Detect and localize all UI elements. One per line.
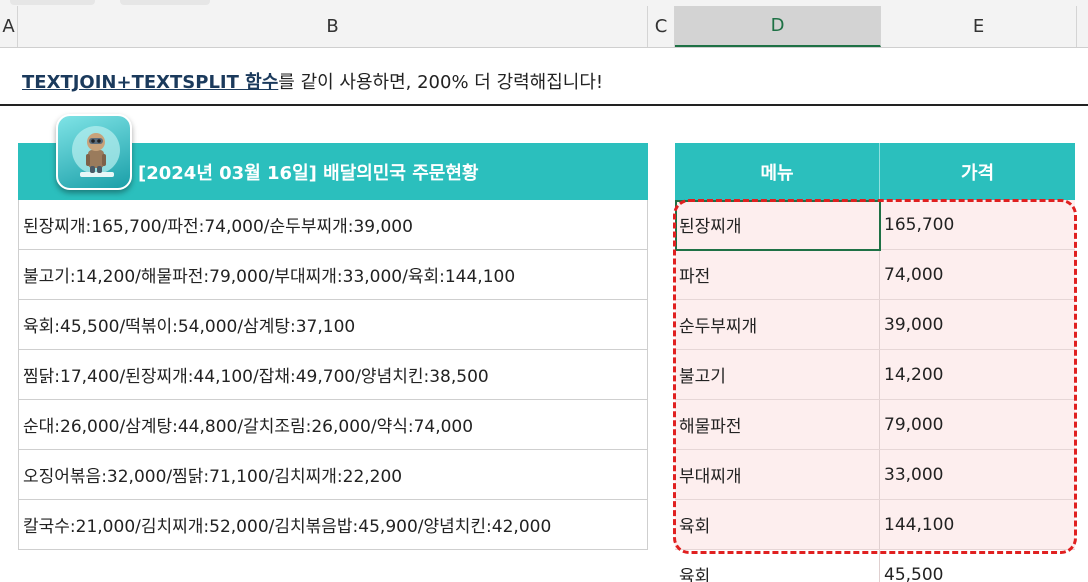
menu-cell[interactable]: 해물파전	[675, 400, 880, 449]
menu-price-header: 메뉴 가격	[675, 143, 1075, 200]
menu-price-row: 순두부찌개 39,000	[675, 300, 1075, 350]
price-cell[interactable]: 45,500	[880, 550, 1075, 582]
price-cell[interactable]: 14,200	[880, 350, 1075, 399]
menu-price-row: 육회 45,500	[675, 550, 1075, 582]
order-row[interactable]: 칼국수:21,000/김치찌개:52,000/김치볶음밥:45,900/양념치킨…	[18, 500, 648, 550]
column-header-a[interactable]: A	[0, 6, 18, 47]
order-row[interactable]: 순대:26,000/삼계탕:44,800/갈치조림:26,000/약식:74,0…	[18, 400, 648, 450]
menu-price-row: 된장찌개 165,700	[675, 200, 1075, 250]
title-function-link[interactable]: TEXTJOIN+TEXTSPLIT 함수	[22, 72, 278, 93]
menu-cell[interactable]: 순두부찌개	[675, 300, 880, 349]
orders-table: [2024년 03월 16일] 배달의민국 주문현황 된장찌개:165,700/…	[18, 143, 648, 550]
column-header-c[interactable]: C	[648, 6, 675, 47]
menu-cell[interactable]: 된장찌개	[675, 200, 880, 249]
price-cell[interactable]: 165,700	[880, 200, 1075, 249]
menu-cell[interactable]: 불고기	[675, 350, 880, 399]
price-cell[interactable]: 74,000	[880, 250, 1075, 299]
tab-stub	[120, 0, 210, 5]
order-row[interactable]: 된장찌개:165,700/파전:74,000/순두부찌개:39,000	[18, 200, 648, 250]
menu-price-row: 부대찌개 33,000	[675, 450, 1075, 500]
price-column-header[interactable]: 가격	[880, 143, 1075, 200]
column-header-e[interactable]: E	[881, 6, 1077, 47]
menu-column-header[interactable]: 메뉴	[675, 143, 880, 200]
title-rest: 를 같이 사용하면, 200% 더 강력해집니다!	[278, 72, 604, 93]
price-cell[interactable]: 144,100	[880, 500, 1075, 549]
price-cell[interactable]: 33,000	[880, 450, 1075, 499]
price-cell[interactable]: 39,000	[880, 300, 1075, 349]
order-row[interactable]: 육회:45,500/떡볶이:54,000/삼계탕:37,100	[18, 300, 648, 350]
menu-price-row: 육회 144,100	[675, 500, 1075, 550]
menu-price-row: 파전 74,000	[675, 250, 1075, 300]
order-row[interactable]: 오징어볶음:32,000/찜닭:71,100/김치찌개:22,200	[18, 450, 648, 500]
orders-table-title: [2024년 03월 16일] 배달의민국 주문현황	[138, 162, 479, 184]
column-header-b[interactable]: B	[18, 6, 648, 47]
price-cell[interactable]: 79,000	[880, 400, 1075, 449]
menu-cell[interactable]: 육회	[675, 550, 880, 582]
order-row[interactable]: 찜닭:17,400/된장찌개:44,100/잡채:49,700/양념치킨:38,…	[18, 350, 648, 400]
column-header-bar: A B C D E	[0, 0, 1088, 48]
menu-price-table: 메뉴 가격 된장찌개 165,700 파전 74,000 순두부찌개 39,00…	[675, 143, 1075, 582]
robot-mascot-icon	[56, 114, 132, 190]
menu-price-row: 불고기 14,200	[675, 350, 1075, 400]
order-row[interactable]: 불고기:14,200/해물파전:79,000/부대찌개:33,000/육회:14…	[18, 250, 648, 300]
column-header-d[interactable]: D	[675, 6, 881, 47]
menu-price-row: 해물파전 79,000	[675, 400, 1075, 450]
title-underline	[0, 104, 1088, 106]
tab-stub	[10, 0, 95, 5]
menu-cell[interactable]: 육회	[675, 500, 880, 549]
page-title: TEXTJOIN+TEXTSPLIT 함수를 같이 사용하면, 200% 더 강…	[22, 68, 603, 94]
menu-cell[interactable]: 부대찌개	[675, 450, 880, 499]
menu-cell[interactable]: 파전	[675, 250, 880, 299]
